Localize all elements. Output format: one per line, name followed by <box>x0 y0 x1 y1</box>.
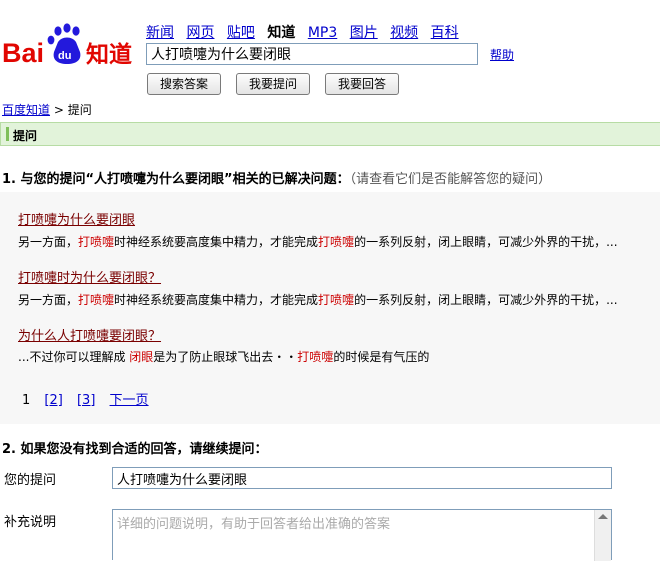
nav-news[interactable]: 新闻 <box>146 25 174 41</box>
nav-baike[interactable]: 百科 <box>431 25 459 41</box>
result-title-1[interactable]: 打喷嚏为什么要闭眼 <box>18 209 135 228</box>
page-2-link[interactable]: [2] <box>44 393 62 408</box>
snippet-text: 的一系列反射，闭上眼睛，可减少外界的干扰， <box>354 293 607 307</box>
top-nav: 新闻 网页 贴吧 知道 MP3 图片 视频 百科 <box>146 22 467 42</box>
next-page-link[interactable]: 下一页 <box>110 393 149 408</box>
svg-text:du: du <box>58 50 71 62</box>
result-title-3[interactable]: 为什么人打喷嚏要闭眼？ <box>18 325 161 344</box>
textarea-scrollbar[interactable] <box>594 510 611 561</box>
svg-text:Bai: Bai <box>2 38 44 68</box>
question-label: 您的提问 <box>4 473 57 488</box>
snippet-keyword: 打喷嚏 <box>78 293 115 307</box>
related-heading-hint: （请查看它们是否能解答您的疑问） <box>349 172 552 187</box>
breadcrumb-current: 提问 <box>67 103 92 117</box>
page-3-link[interactable]: [3] <box>77 393 95 408</box>
question-input[interactable] <box>112 467 612 489</box>
snippet-text: 是为了防止眼球飞出去・・ <box>153 350 298 364</box>
search-input[interactable] <box>146 43 478 65</box>
ask-question-button[interactable]: 我要提问 <box>236 73 310 95</box>
snippet-text: 时神经系统要高度集中精力，才能完成 <box>114 293 319 307</box>
breadcrumb-separator: > <box>50 103 68 117</box>
snippet-text: 的时候是有气压的 <box>333 350 430 364</box>
breadcrumb-home-link[interactable]: 百度知道 <box>2 103 50 117</box>
description-textarea[interactable]: 详细的问题说明，有助于回答者给出准确的答案 <box>112 509 612 561</box>
snippet-text: 另一方面， <box>18 293 79 307</box>
snippet-keyword: 闭眼 <box>129 350 154 364</box>
help-link[interactable]: 帮助 <box>490 46 514 63</box>
search-answers-button[interactable]: 搜索答案 <box>147 73 221 95</box>
nav-web[interactable]: 网页 <box>186 25 214 41</box>
snippet-keyword: 打喷嚏 <box>78 235 115 249</box>
description-placeholder: 详细的问题说明，有助于回答者给出准确的答案 <box>117 517 391 532</box>
description-label: 补充说明 <box>4 515 57 530</box>
snippet-keyword: 打喷嚏 <box>318 293 355 307</box>
result-snippet-2: 另一方面，打喷嚏时神经系统要高度集中精力，才能完成打喷嚏的一系列反射，闭上眼睛，… <box>18 291 658 308</box>
answer-question-button[interactable]: 我要回答 <box>325 73 399 95</box>
result-snippet-1: 另一方面，打喷嚏时神经系统要高度集中精力，才能完成打喷嚏的一系列反射，闭上眼睛，… <box>18 233 658 250</box>
nav-images[interactable]: 图片 <box>350 25 378 41</box>
svg-text:知道: 知道 <box>86 41 132 68</box>
breadcrumb: 百度知道 > 提问 <box>2 101 92 118</box>
section-marker <box>6 127 9 141</box>
nav-video[interactable]: 视频 <box>390 25 418 41</box>
nav-mp3[interactable]: MP3 <box>308 25 337 41</box>
section-header-bar: 提问 <box>0 122 660 146</box>
continue-asking-heading: 2. 如果您没有找到合适的回答，请继续提问： <box>2 442 268 457</box>
result-snippet-3: ...不过你可以理解成 闭眼是为了防止眼球飞出去・・打喷嚏的时候是有气压的 <box>18 348 658 365</box>
page-current: 1 <box>22 393 31 408</box>
snippet-text: 另一方面， <box>18 235 79 249</box>
snippet-text: 时神经系统要高度集中精力，才能完成 <box>114 235 319 249</box>
snippet-text: 的一系列反射，闭上眼睛，可减少外界的干扰， <box>354 235 607 249</box>
scroll-up-arrow-icon[interactable] <box>598 514 608 519</box>
snippet-keyword: 打喷嚏 <box>297 350 334 364</box>
snippet-text: ... <box>606 293 618 307</box>
pagination: 1 [2] [3] 下一页 <box>22 389 149 408</box>
result-title-2[interactable]: 打喷嚏时为什么要闭眼？ <box>18 267 161 286</box>
snippet-keyword: 打喷嚏 <box>318 235 355 249</box>
nav-tieba[interactable]: 贴吧 <box>227 25 255 41</box>
snippet-text: ...不过你可以理解成 <box>18 350 130 364</box>
section-title: 提问 <box>13 129 38 143</box>
nav-zhidao-current: 知道 <box>267 25 296 41</box>
baidu-zhidao-logo[interactable]: Bai du 知道 <box>2 22 136 70</box>
snippet-text: ... <box>606 235 618 249</box>
related-questions-heading: 1. 与您的提问“人打喷嚏为什么要闭眼”相关的已解决问题：（请查看它们是否能解答… <box>2 168 551 187</box>
related-heading-text: 1. 与您的提问“人打喷嚏为什么要闭眼”相关的已解决问题： <box>2 172 350 187</box>
